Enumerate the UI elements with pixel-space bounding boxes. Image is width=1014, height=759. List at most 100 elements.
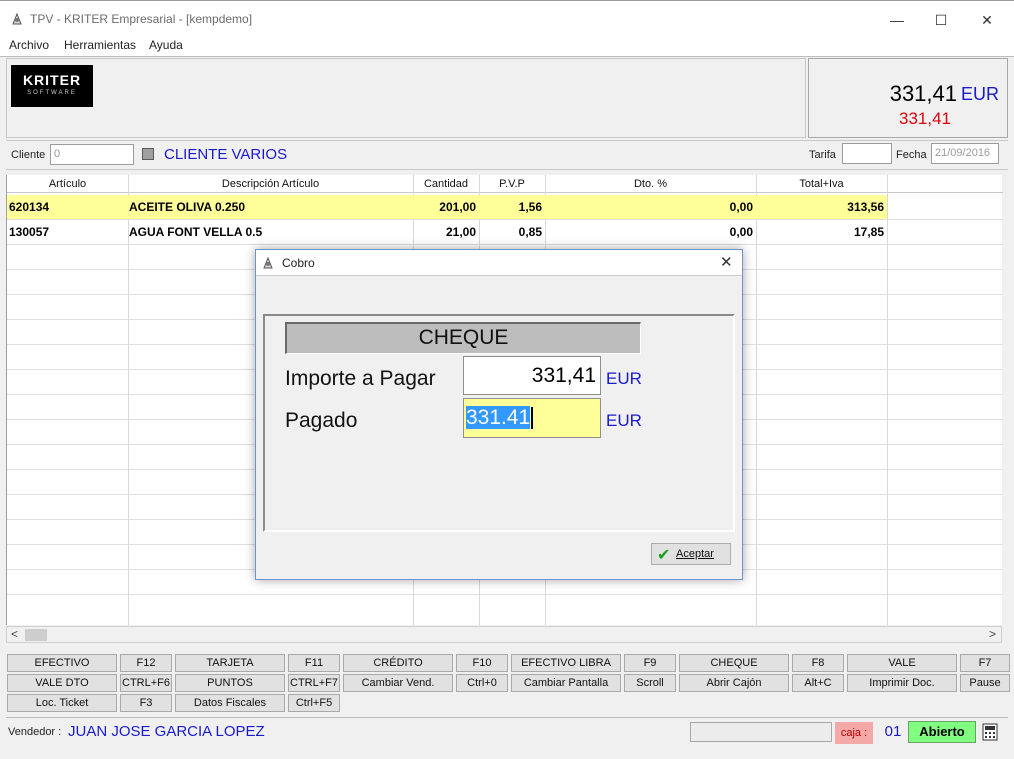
- scroll-thumb[interactable]: [25, 629, 47, 641]
- vendor-label: Vendedor :: [8, 726, 62, 738]
- client-name: CLIENTE VARIOS: [164, 146, 288, 163]
- close-button[interactable]: ✕: [964, 7, 1010, 33]
- scroll-right-icon[interactable]: >: [989, 627, 996, 641]
- vendor-name: JUAN JOSE GARCIA LOPEZ: [68, 723, 265, 740]
- scroll-left-icon[interactable]: <: [11, 627, 18, 641]
- tarifa-label: Tarifa: [809, 149, 836, 161]
- app-icon: [12, 12, 22, 25]
- pagado-value: 331.41: [466, 406, 531, 429]
- col-header-extra: [887, 175, 1003, 193]
- dialog-title-bar: Cobro ✕: [256, 250, 742, 276]
- cell-total: 17,85: [853, 225, 884, 239]
- caja-label: caja :: [835, 722, 873, 744]
- importe-field[interactable]: 331,41: [463, 356, 601, 395]
- grid-line: [7, 244, 1003, 245]
- cell-dto: 0,00: [729, 225, 753, 239]
- client-row: Cliente 0 CLIENTE VARIOS Tarifa Fecha 21…: [6, 140, 1008, 170]
- caja-number: 01: [884, 723, 902, 740]
- header-panel: KRITER SOFTWARE: [6, 58, 806, 138]
- efectivo-libra-key[interactable]: F9: [624, 654, 676, 672]
- dialog-app-icon: [263, 256, 273, 269]
- status-field: [690, 722, 832, 742]
- dialog-close-icon[interactable]: ✕: [720, 253, 733, 271]
- col-header-descripcion[interactable]: Descripción Artículo: [128, 175, 413, 193]
- cheque-button[interactable]: CHEQUE: [679, 654, 789, 672]
- tarjeta-key[interactable]: F11: [288, 654, 340, 672]
- cambiar-vendedor-button[interactable]: Cambiar Vend.: [343, 674, 453, 692]
- tarjeta-button[interactable]: TARJETA: [175, 654, 285, 672]
- cheque-key[interactable]: F8: [792, 654, 844, 672]
- calculator-icon[interactable]: [982, 723, 998, 741]
- cell-articulo: 620134: [9, 200, 50, 214]
- vale-key[interactable]: F7: [960, 654, 1010, 672]
- abrir-cajon-key[interactable]: Alt+C: [792, 674, 844, 692]
- datos-fiscales-key[interactable]: Ctrl+F5: [288, 694, 340, 712]
- fecha-label: Fecha: [896, 149, 927, 161]
- vale-dto-key[interactable]: CTRL+F6: [120, 674, 172, 692]
- minimize-button[interactable]: —: [874, 7, 920, 33]
- imprimir-doc-button[interactable]: Imprimir Doc.: [847, 674, 957, 692]
- maximize-button[interactable]: ☐: [918, 7, 964, 33]
- cambiar-pantalla-button[interactable]: Cambiar Pantalla: [511, 674, 621, 692]
- menu-bar: Archivo Herramientas Ayuda: [0, 36, 1014, 56]
- credito-key[interactable]: F10: [456, 654, 508, 672]
- cell-dto: 0,00: [729, 200, 753, 214]
- grid-divider: [887, 175, 888, 625]
- cell-articulo: 130057: [9, 225, 50, 239]
- text-caret: [531, 407, 534, 430]
- vale-dto-button[interactable]: VALE DTO: [7, 674, 117, 692]
- accept-label: Aceptar: [676, 548, 714, 560]
- client-checkbox[interactable]: [142, 148, 154, 160]
- table-row[interactable]: 130057 AGUA FONT VELLA 0.5 21,00 0,85 0,…: [7, 220, 887, 244]
- pagado-label: Pagado: [285, 409, 358, 432]
- datos-fiscales-button[interactable]: Datos Fiscales: [175, 694, 285, 712]
- cell-descripcion: AGUA FONT VELLA 0.5: [129, 225, 263, 239]
- credito-button[interactable]: CRÉDITO: [343, 654, 453, 672]
- horizontal-scrollbar[interactable]: < >: [6, 626, 1002, 643]
- accept-button[interactable]: ✔ Aceptar: [651, 543, 731, 565]
- pagado-currency: EUR: [606, 411, 642, 430]
- abrir-cajon-button[interactable]: Abrir Cajón: [679, 674, 789, 692]
- status-badge: Abierto: [908, 721, 976, 743]
- menu-archivo[interactable]: Archivo: [9, 38, 49, 52]
- total-amount: 331,41: [889, 81, 957, 106]
- cambiar-pantalla-key[interactable]: Scroll: [624, 674, 676, 692]
- loc-ticket-key[interactable]: F3: [120, 694, 172, 712]
- table-row[interactable]: 620134 ACEITE OLIVA 0.250 201,00 1,56 0,…: [7, 195, 887, 219]
- importe-currency: EUR: [606, 369, 642, 388]
- loc-ticket-button[interactable]: Loc. Ticket: [7, 694, 117, 712]
- cell-pvp: 1,56: [518, 200, 542, 214]
- cobro-dialog: Cobro ✕ CHEQUE Importe a Pagar 331,41 EU…: [255, 249, 743, 580]
- col-header-articulo[interactable]: Artículo: [7, 175, 128, 193]
- col-header-total[interactable]: Total+Iva: [756, 175, 887, 193]
- efectivo-libra-button[interactable]: EFECTIVO LIBRA: [511, 654, 621, 672]
- col-header-pvp[interactable]: P.V.P: [479, 175, 545, 193]
- window-title: TPV - KRITER Empresarial - [kempdemo]: [30, 12, 253, 26]
- client-code-field[interactable]: 0: [50, 144, 134, 165]
- menu-herramientas[interactable]: Herramientas: [64, 38, 136, 52]
- imprimir-doc-key[interactable]: Pause: [960, 674, 1010, 692]
- col-header-dto[interactable]: Dto. %: [545, 175, 756, 193]
- puntos-button[interactable]: PUNTOS: [175, 674, 285, 692]
- importe-label: Importe a Pagar: [285, 367, 436, 390]
- fecha-field[interactable]: 21/09/2016: [931, 143, 999, 164]
- cell-total: 313,56: [847, 200, 884, 214]
- payment-method-title: CHEQUE: [285, 322, 641, 354]
- total-amount-red: 331,41: [899, 109, 951, 128]
- efectivo-key[interactable]: F12: [120, 654, 172, 672]
- menu-ayuda[interactable]: Ayuda: [149, 38, 183, 52]
- logo-text: KRITER: [22, 72, 82, 88]
- logo-subtext: SOFTWARE: [27, 90, 77, 96]
- efectivo-button[interactable]: EFECTIVO: [7, 654, 117, 672]
- cambiar-vendedor-key[interactable]: Ctrl+0: [456, 674, 508, 692]
- vale-button[interactable]: VALE: [847, 654, 957, 672]
- puntos-key[interactable]: CTRL+F7: [288, 674, 340, 692]
- tarifa-field[interactable]: [842, 143, 892, 164]
- cell-cantidad: 201,00: [439, 200, 476, 214]
- dialog-title: Cobro: [282, 256, 315, 270]
- grid-line: [7, 594, 1003, 595]
- kriter-logo: KRITER SOFTWARE: [11, 65, 93, 107]
- pagado-field[interactable]: 331.41: [463, 398, 601, 438]
- total-panel: 331,41 EUR 331,41: [808, 58, 1008, 138]
- col-header-cantidad[interactable]: Cantidad: [413, 175, 479, 193]
